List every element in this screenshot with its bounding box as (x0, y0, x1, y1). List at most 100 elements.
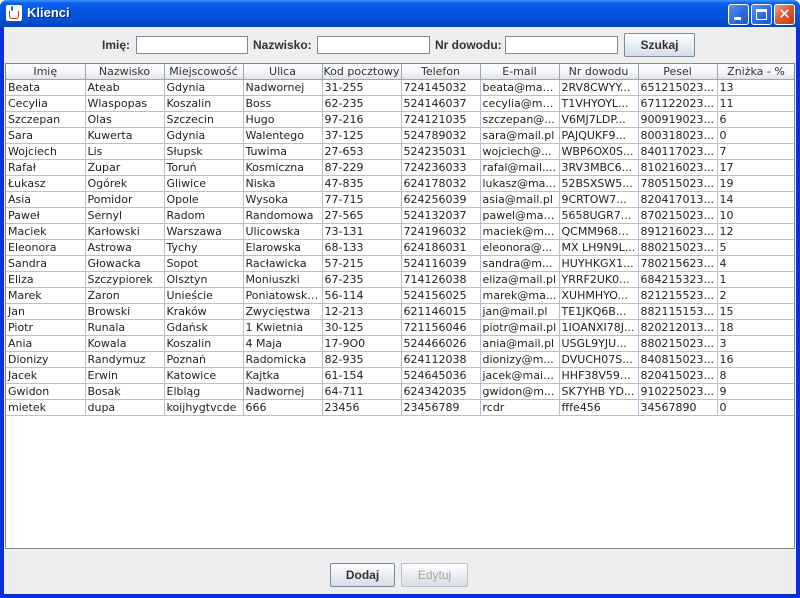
table-row[interactable]: Wojciech Lis Słupsk Tuwima 27-653 524235031 wo… (6, 143, 794, 160)
table-cell[interactable]: Pomidor (85, 191, 165, 208)
table-cell[interactable]: 61-154 (322, 367, 402, 384)
table-cell[interactable]: 97-216 (322, 111, 402, 128)
table-cell[interactable]: 524156025 (401, 287, 481, 304)
table-cell[interactable]: Rafał (6, 159, 86, 176)
table-cell[interactable]: gwidon@m... (480, 383, 560, 400)
table-cell[interactable]: 23456 (322, 399, 402, 416)
table-cell[interactable]: Maciek (6, 223, 86, 240)
table-cell[interactable]: Gliwice (164, 175, 244, 192)
table-cell[interactable]: 840117023... (638, 143, 718, 160)
table-cell[interactable]: Gdynia (164, 79, 244, 96)
table-cell[interactable]: Ogórek (85, 175, 165, 192)
table-cell[interactable]: 624342035 (401, 383, 481, 400)
table-cell[interactable]: Poznań (164, 351, 244, 368)
table-cell[interactable]: Cecylia (6, 95, 86, 112)
table-row[interactable]: Maciek Karłowski Warszawa Ulicowska 73-131 72… (6, 223, 794, 240)
table-row[interactable]: Dionizy Randymuz Poznań Radomicka 82-935 6241… (6, 351, 794, 368)
table-cell[interactable]: Gdynia (164, 127, 244, 144)
table-cell[interactable]: Jacek (6, 367, 86, 384)
table-cell[interactable]: jan@mail.pl (480, 303, 560, 320)
table-row[interactable]: Rafał Zupar Toruń Kosmiczna 87-229 724236033 r… (6, 159, 794, 176)
table-cell[interactable]: 624256039 (401, 191, 481, 208)
table-cell[interactable]: 37-125 (322, 127, 402, 144)
table-cell[interactable]: 621146015 (401, 303, 481, 320)
column-header[interactable]: E-mail (480, 64, 560, 80)
table-cell[interactable]: Opole (164, 191, 244, 208)
table-cell[interactable]: SK7YHB YD... (559, 383, 639, 400)
table-cell[interactable]: 10 (717, 207, 794, 224)
table-cell[interactable]: Unieście (164, 287, 244, 304)
table-cell[interactable]: Runala (85, 319, 165, 336)
table-cell[interactable]: Głowacka (85, 255, 165, 272)
table-cell[interactable]: Ania (6, 335, 86, 352)
table-cell[interactable]: 19 (717, 175, 794, 192)
table-cell[interactable]: 2 (717, 287, 794, 304)
table-cell[interactable]: 47-835 (322, 175, 402, 192)
table-cell[interactable]: Erwin (85, 367, 165, 384)
table-cell[interactable]: Tuwima (243, 143, 323, 160)
table-cell[interactable]: Wysoka (243, 191, 323, 208)
column-header[interactable]: Kod pocztowy (322, 64, 402, 80)
table-cell[interactable]: 16 (717, 351, 794, 368)
table-row[interactable]: Paweł Sernyl Radom Randomowa 27-565 524132037… (6, 207, 794, 224)
table-row[interactable]: Szczepan Olas Szczecin Hugo 97-216 724121035 s… (6, 111, 794, 128)
table-cell[interactable]: Astrowa (85, 239, 165, 256)
table-cell[interactable]: 524466026 (401, 335, 481, 352)
table-cell[interactable]: 800318023... (638, 127, 718, 144)
table-cell[interactable]: Radom (164, 207, 244, 224)
table-cell[interactable]: sandra@m... (480, 255, 560, 272)
table-cell[interactable]: maciek@m... (480, 223, 560, 240)
table-cell[interactable]: Eleonora (6, 239, 86, 256)
table-cell[interactable]: beata@mail.... (480, 79, 560, 96)
table-row[interactable]: Gwidon Bosak Elbląg Nadwornej 64-711 62434203… (6, 383, 794, 400)
table-cell[interactable]: Kosmiczna (243, 159, 323, 176)
table-cell[interactable]: Karłowski (85, 223, 165, 240)
table-cell[interactable]: 891216023... (638, 223, 718, 240)
table-cell[interactable]: 0 (717, 399, 794, 416)
table-row[interactable]: mietek dupa koijhygtvcde 666 23456 23456789 rc… (6, 399, 794, 416)
table-cell[interactable]: 56-114 (322, 287, 402, 304)
table-cell[interactable]: 624186031 (401, 239, 481, 256)
table-cell[interactable]: 12-213 (322, 303, 402, 320)
table-cell[interactable]: 840815023... (638, 351, 718, 368)
table-cell[interactable]: 30-125 (322, 319, 402, 336)
table-cell[interactable]: mietek (6, 399, 86, 416)
java-cup-icon[interactable] (6, 5, 22, 21)
table-cell[interactable]: Zwycięstwa (243, 303, 323, 320)
table-cell[interactable]: 0 (717, 127, 794, 144)
close-button[interactable]: ✕ (774, 4, 795, 25)
table-cell[interactable]: piotr@mail.pl (480, 319, 560, 336)
table-cell[interactable]: rcdr (480, 399, 560, 416)
table-cell[interactable]: Hugo (243, 111, 323, 128)
table-cell[interactable]: Moniuszki (243, 271, 323, 288)
table-cell[interactable]: Jan (6, 303, 86, 320)
table-cell[interactable]: Niska (243, 175, 323, 192)
table-cell[interactable]: 17 (717, 159, 794, 176)
table-cell[interactable]: 780215623... (638, 255, 718, 272)
table-cell[interactable]: 820212013... (638, 319, 718, 336)
nr-dowodu-input[interactable] (505, 36, 618, 54)
table-cell[interactable]: 62-235 (322, 95, 402, 112)
table-cell[interactable]: 820417013... (638, 191, 718, 208)
table-cell[interactable]: asia@mail.pl (480, 191, 560, 208)
table-cell[interactable]: Kowala (85, 335, 165, 352)
table-cell[interactable]: Elbląg (164, 383, 244, 400)
table-cell[interactable]: Słupsk (164, 143, 244, 160)
table-cell[interactable]: 671122023... (638, 95, 718, 112)
table-cell[interactable]: 13 (717, 79, 794, 96)
table-cell[interactable]: PAJQUKF9... (559, 127, 639, 144)
table-cell[interactable]: szczepan@... (480, 111, 560, 128)
table-cell[interactable]: Zaron (85, 287, 165, 304)
table-cell[interactable]: 624112038 (401, 351, 481, 368)
table-cell[interactable]: 780515023... (638, 175, 718, 192)
table-cell[interactable]: Nadwornej (243, 383, 323, 400)
table-cell[interactable]: 1IOANXI78J... (559, 319, 639, 336)
table-cell[interactable]: 73-131 (322, 223, 402, 240)
table-cell[interactable]: Warszawa (164, 223, 244, 240)
clients-table-scrollpane[interactable]: Imię Nazwisko Miejscowość Ulica Kod pocztowy… (5, 63, 795, 549)
table-cell[interactable]: Szczypiorek (85, 271, 165, 288)
table-cell[interactable]: 524789032 (401, 127, 481, 144)
table-cell[interactable]: 524146037 (401, 95, 481, 112)
table-cell[interactable]: koijhygtvcde (164, 399, 244, 416)
table-cell[interactable]: 1 Kwietnia (243, 319, 323, 336)
